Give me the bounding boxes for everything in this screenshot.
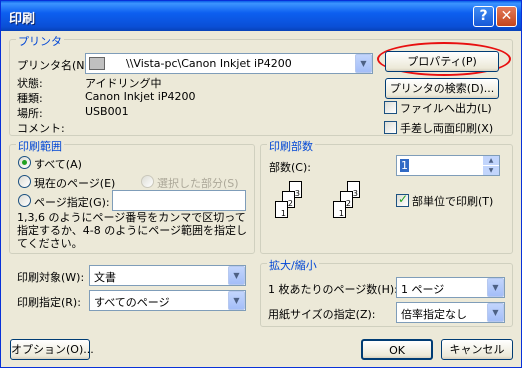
find-printer-button[interactable]: プリンタの検索(D)... — [385, 78, 499, 99]
status-value: アイドリング中 — [85, 77, 162, 90]
cancel-button[interactable]: キャンセル — [441, 339, 513, 360]
help-icon[interactable]: ? — [473, 6, 494, 27]
ok-button[interactable]: OK — [361, 339, 433, 360]
print-to-file-checkbox[interactable] — [384, 101, 397, 114]
pages-per-sheet-select[interactable]: 1 ページ ▼ — [396, 277, 505, 298]
print-what-label: 印刷対象(W): — [17, 271, 85, 284]
comment-label: コメント: — [17, 122, 65, 135]
copies-value: 1 — [400, 159, 409, 172]
printer-name-label: プリンタ名(N): — [17, 59, 93, 72]
status-label: 状態: — [17, 77, 43, 90]
scale-select[interactable]: 倍率指定なし ▼ — [396, 302, 505, 323]
range-all-label[interactable]: すべて(A) — [34, 156, 82, 172]
printer-name-select[interactable]: \\Vista-pc\Canon Inkjet iP4200 ▼ — [85, 53, 373, 74]
manual-duplex-label[interactable]: 手差し両面印刷(X) — [400, 120, 493, 136]
copies-group-legend: 印刷部数 — [267, 138, 315, 154]
where-value: USB001 — [85, 105, 129, 118]
collate-label[interactable]: 部単位で印刷(T) — [412, 193, 493, 209]
print-what-select[interactable]: 文書 ▼ — [89, 265, 246, 286]
zoom-group-legend: 拡大/縮小 — [267, 257, 319, 273]
where-label: 場所: — [17, 107, 43, 120]
range-pages-label[interactable]: ページ指定(G): — [34, 194, 110, 210]
chevron-down-icon[interactable]: ▼ — [228, 266, 245, 285]
print-dialog: 印刷 ? ✕ プリンタ プリンタ名(N): \\Vista-pc\Canon I… — [0, 0, 522, 368]
print-to-file-label[interactable]: ファイルへ出力(L) — [400, 100, 492, 116]
print-select-value: すべてのページ — [94, 296, 170, 309]
chevron-down-icon[interactable]: ▼ — [228, 291, 245, 310]
collate-illustration-a: 3 2 1 — [273, 181, 313, 229]
printer-name-value: \\Vista-pc\Canon Inkjet iP4200 — [126, 57, 292, 70]
scale-value: 倍率指定なし — [401, 308, 467, 321]
chevron-down-icon[interactable]: ▼ — [487, 278, 504, 297]
title-bar[interactable]: 印刷 ? ✕ — [1, 1, 521, 31]
range-hint: 1,3,6 のようにページ番号をカンマで区切って指定するか、4-8 のようにペー… — [17, 211, 248, 250]
print-select-label: 印刷指定(R): — [17, 296, 81, 309]
scale-label: 用紙サイズの指定(Z): — [268, 308, 376, 321]
collate-illustration-b: 3 2 1 — [331, 181, 371, 229]
spin-down-icon[interactable]: ▼ — [483, 166, 499, 175]
window-title: 印刷 — [9, 12, 36, 27]
range-current-radio[interactable] — [18, 175, 31, 188]
page-sheet: 1 — [275, 201, 288, 218]
range-all-radio[interactable] — [18, 156, 31, 169]
printer-icon — [89, 57, 105, 70]
range-group-legend: 印刷範囲 — [16, 138, 64, 154]
printer-group-legend: プリンタ — [16, 33, 64, 49]
print-what-value: 文書 — [94, 271, 116, 284]
page-sheet: 1 — [333, 201, 346, 218]
range-selection-radio[interactable] — [141, 175, 154, 188]
close-icon[interactable]: ✕ — [496, 6, 517, 27]
type-value: Canon Inkjet iP4200 — [85, 90, 196, 103]
pages-per-sheet-value: 1 ページ — [401, 283, 445, 296]
properties-button[interactable]: プロパティ(P) — [385, 51, 499, 72]
range-pages-input[interactable] — [112, 190, 246, 211]
type-label: 種類: — [17, 92, 43, 105]
pages-per-sheet-label: 1 枚あたりのページ数(H): — [268, 283, 398, 296]
chevron-down-icon[interactable]: ▼ — [487, 303, 504, 322]
copies-spinner[interactable]: 1 ▲ ▼ — [396, 155, 500, 176]
collate-checkbox[interactable] — [396, 192, 409, 207]
spin-up-icon[interactable]: ▲ — [483, 156, 499, 165]
manual-duplex-checkbox[interactable] — [384, 121, 397, 134]
options-button[interactable]: オプション(O)... — [10, 339, 94, 360]
print-select-select[interactable]: すべてのページ ▼ — [89, 290, 246, 311]
copies-label: 部数(C): — [269, 161, 311, 174]
chevron-down-icon[interactable]: ▼ — [355, 54, 372, 73]
range-selection-label[interactable]: 選択した部分(S) — [157, 175, 239, 191]
range-pages-radio[interactable] — [18, 194, 31, 207]
range-current-label[interactable]: 現在のページ(E) — [34, 175, 115, 191]
